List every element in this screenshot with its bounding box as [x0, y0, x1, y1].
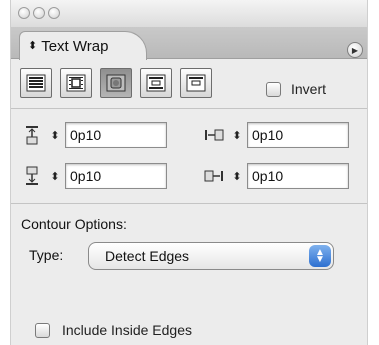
- bottom-offset-icon: [21, 165, 43, 187]
- jump-object-icon: [146, 74, 166, 92]
- tab-text-wrap[interactable]: ⬍ Text Wrap: [19, 31, 147, 60]
- invert-option[interactable]: Invert: [266, 81, 326, 97]
- contour-type-value: Detect Edges: [105, 248, 190, 264]
- contour-type-label: Type:: [29, 247, 64, 263]
- contour-type-select[interactable]: Detect Edges ▲ ▼: [88, 242, 334, 270]
- contour-options-label: Contour Options:: [21, 216, 127, 232]
- include-inside-edges-label: Include Inside Edges: [62, 322, 192, 338]
- right-offset-stepper[interactable]: ⬍: [227, 165, 247, 187]
- top-offset-input[interactable]: [65, 122, 167, 148]
- tab-collapse-icon[interactable]: ⬍: [28, 40, 37, 52]
- panel-menu-icon[interactable]: ▶: [347, 42, 363, 58]
- right-offset-icon: [203, 165, 225, 187]
- no-wrap-icon: [26, 74, 46, 92]
- wrap-around-object-shape-button[interactable]: [100, 68, 132, 98]
- no-text-wrap-button[interactable]: [20, 68, 52, 98]
- left-offset-input[interactable]: [247, 122, 349, 148]
- top-offset-icon: [21, 124, 43, 146]
- left-offset-icon: [203, 124, 225, 146]
- include-inside-edges-option[interactable]: Include Inside Edges: [35, 322, 192, 338]
- tab-label: Text Wrap: [41, 37, 109, 55]
- close-window-button[interactable]: [18, 7, 30, 19]
- bottom-offset-control: ⬍: [21, 163, 167, 189]
- object-shape-wrap-icon: [106, 74, 126, 92]
- jump-object-button[interactable]: [140, 68, 172, 98]
- bottom-offset-stepper[interactable]: ⬍: [45, 165, 65, 187]
- jump-to-next-column-button[interactable]: [180, 68, 212, 98]
- minimize-window-button[interactable]: [33, 7, 45, 19]
- left-offset-stepper[interactable]: ⬍: [227, 124, 247, 146]
- bounding-box-wrap-icon: [66, 74, 86, 92]
- select-arrows-icon: ▲ ▼: [309, 245, 331, 267]
- wrap-around-bounding-box-button[interactable]: [60, 68, 92, 98]
- jump-to-next-column-icon: [186, 74, 206, 92]
- divider: [11, 203, 367, 204]
- title-bar: [11, 0, 367, 27]
- right-offset-control: ⬍: [203, 163, 349, 189]
- text-wrap-panel: ⬍ Text Wrap ▶ Invert ⬍ 0p10 ⬍ 0p10 ⬍ 0p1…: [10, 0, 368, 345]
- top-offset-stepper[interactable]: ⬍: [45, 124, 65, 146]
- divider: [11, 108, 367, 109]
- bottom-offset-input[interactable]: [65, 163, 167, 189]
- invert-checkbox[interactable]: [266, 81, 281, 97]
- right-offset-input[interactable]: [247, 163, 349, 189]
- top-offset-control: ⬍: [21, 122, 167, 148]
- wrap-type-toolbar: [20, 68, 212, 98]
- left-offset-control: ⬍: [203, 122, 349, 148]
- include-inside-edges-checkbox[interactable]: [35, 322, 50, 338]
- panel-tab-row: ⬍ Text Wrap ▶: [11, 27, 367, 60]
- invert-label: Invert: [291, 81, 327, 97]
- zoom-window-button[interactable]: [48, 7, 60, 19]
